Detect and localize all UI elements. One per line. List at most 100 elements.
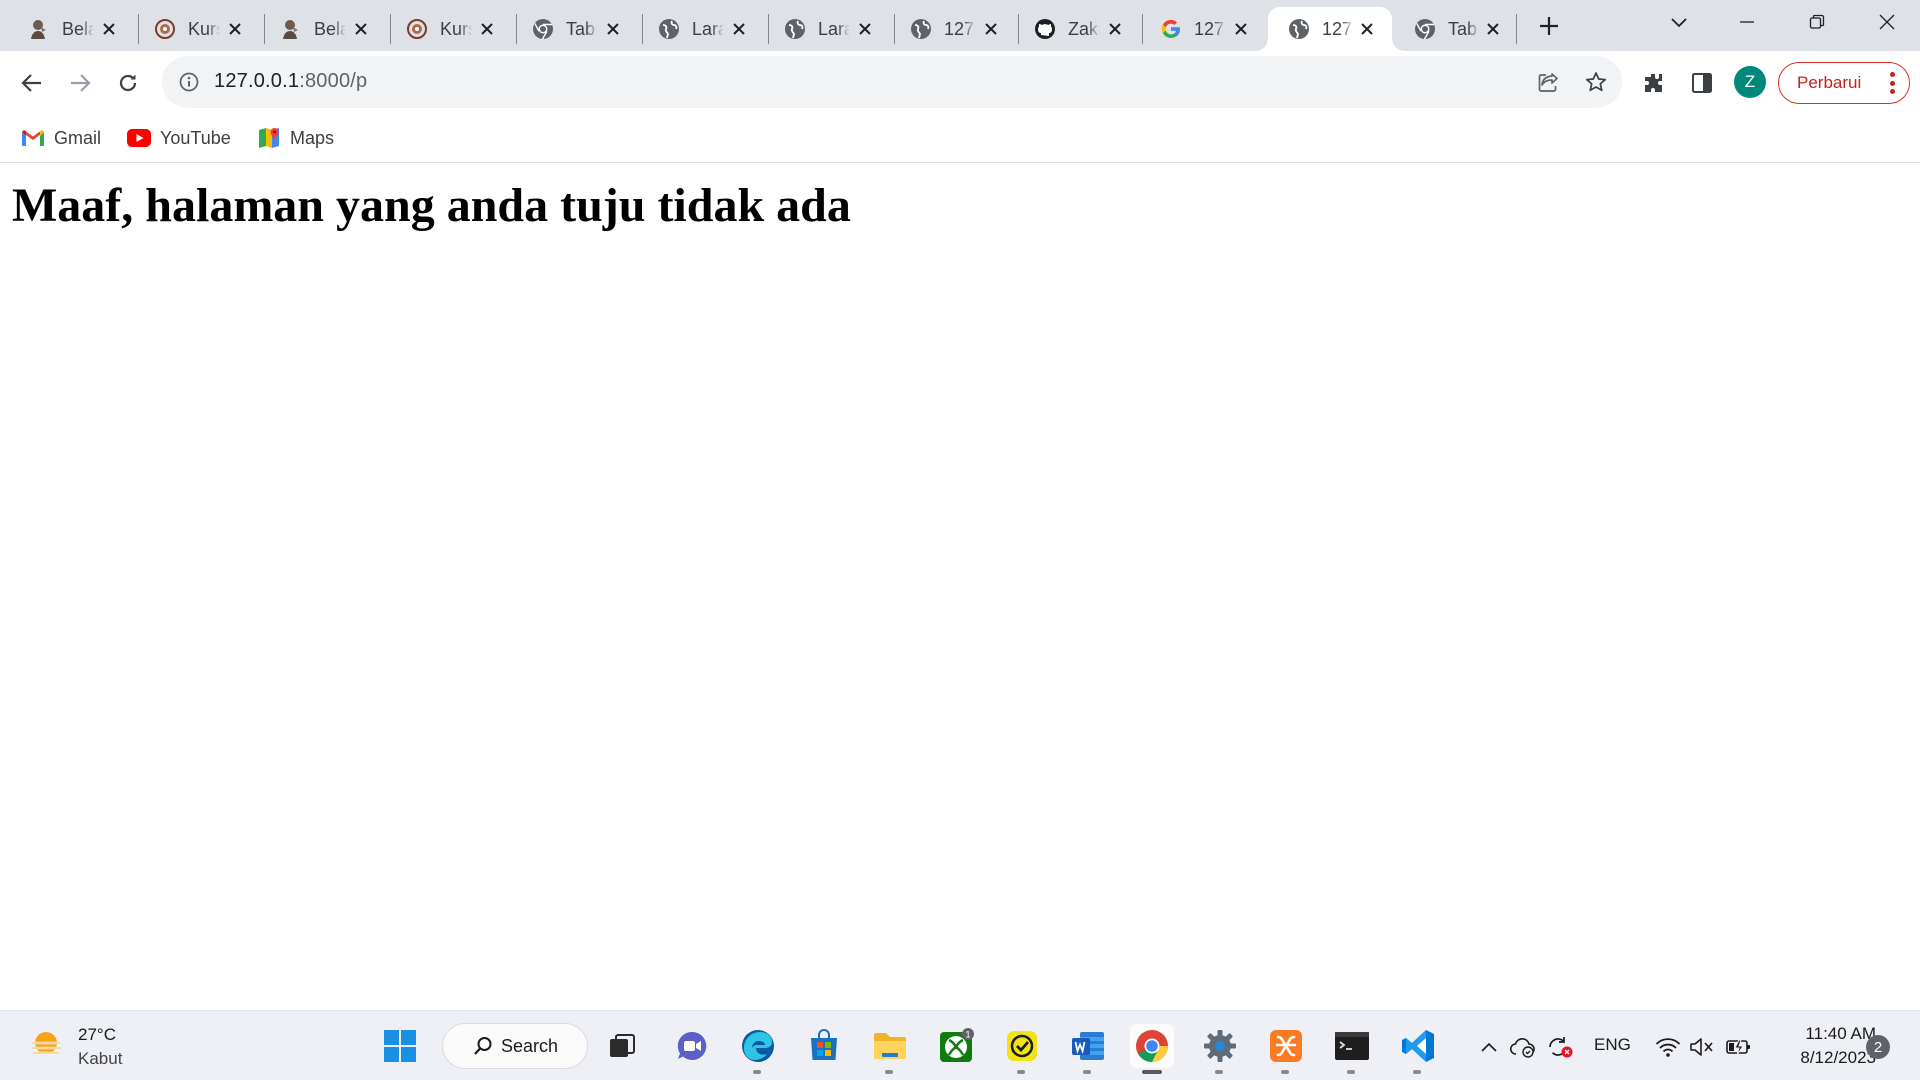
- search-label: Search: [501, 1035, 559, 1056]
- globe-icon: [910, 18, 932, 40]
- back-button[interactable]: [14, 65, 50, 101]
- close-tab-icon[interactable]: [476, 18, 498, 40]
- close-tab-icon[interactable]: [224, 18, 246, 40]
- star-icon[interactable]: [1582, 68, 1610, 96]
- onedrive-icon[interactable]: [1508, 1033, 1538, 1061]
- browser-tab[interactable]: Zaki: [1014, 7, 1140, 51]
- close-tab-icon[interactable]: [1104, 18, 1126, 40]
- notification-badge[interactable]: 2: [1866, 1035, 1890, 1059]
- vscode-icon: [1402, 1030, 1434, 1062]
- arrow-right-icon: [71, 74, 91, 92]
- browser-tab[interactable]: 127.0.0.1: [890, 7, 1016, 51]
- url-path: :8000/p: [299, 70, 368, 92]
- language-indicator[interactable]: ENG: [1594, 1035, 1631, 1055]
- weather-temp: 27°C: [78, 1025, 116, 1044]
- reload-button[interactable]: [110, 65, 146, 101]
- taskbar-app-file-explorer[interactable]: [868, 1024, 912, 1074]
- chevron-down-icon: [1671, 18, 1687, 28]
- browser-tab[interactable]: Tab: [512, 7, 638, 51]
- close-tab-icon[interactable]: [728, 18, 750, 40]
- forward-button[interactable]: [62, 65, 98, 101]
- running-indicator: [753, 1070, 761, 1074]
- bookmark-maps[interactable]: Maps: [257, 124, 334, 152]
- taskbar-app-chrome[interactable]: [1130, 1024, 1174, 1074]
- show-hidden-icons-button[interactable]: [1476, 1033, 1502, 1061]
- taskbar-app-xbox[interactable]: 1: [934, 1024, 978, 1068]
- sync-error-icon[interactable]: [1545, 1033, 1575, 1061]
- new-tab-button[interactable]: [1534, 11, 1564, 41]
- weather-sun-fog-icon: [28, 1027, 64, 1068]
- taskbar-app-settings[interactable]: [1198, 1024, 1242, 1074]
- bookmark-label: Maps: [290, 127, 335, 148]
- taskbar-app-terminal[interactable]: [1330, 1024, 1374, 1074]
- volume-muted-icon[interactable]: [1688, 1033, 1716, 1061]
- google-icon: [1160, 18, 1182, 40]
- browser-tab[interactable]: Belajar Laravel: [260, 7, 386, 51]
- system-clock[interactable]: 11:40 AM 8/12/2023: [1772, 1022, 1876, 1070]
- extensions-icon[interactable]: [1636, 65, 1672, 101]
- running-indicator: [1017, 1070, 1025, 1074]
- running-indicator: [1347, 1070, 1355, 1074]
- close-tab-icon[interactable]: [350, 18, 372, 40]
- running-indicator: [1281, 1070, 1289, 1074]
- update-button[interactable]: Perbarui: [1778, 62, 1910, 104]
- chat-icon: [677, 1031, 707, 1060]
- browser-tab[interactable]: Kursus: [134, 7, 260, 51]
- close-tab-icon[interactable]: [980, 18, 1002, 40]
- taskbar-app-xampp[interactable]: [1264, 1024, 1308, 1074]
- browser-tab-active[interactable]: 127.0.0.1: [1256, 7, 1404, 51]
- taskbar-search[interactable]: Search: [442, 1023, 588, 1069]
- battery-charging-icon[interactable]: [1724, 1033, 1754, 1061]
- windows-taskbar: 27°C Kabut Search 1 ENG 11:40 AM 8/12/20…: [0, 1010, 1920, 1080]
- browser-tab[interactable]: 127.0.0.1: [1140, 7, 1266, 51]
- browser-tab[interactable]: Belajar Laravel: [8, 7, 134, 51]
- running-indicator: [885, 1070, 893, 1074]
- running-indicator: [1142, 1070, 1162, 1074]
- close-tab-icon[interactable]: [1356, 18, 1378, 40]
- task-view-button[interactable]: [600, 1024, 644, 1068]
- update-label: Perbarui: [1797, 73, 1862, 92]
- bookmark-gmail[interactable]: Gmail: [21, 124, 101, 152]
- edge-icon: [742, 1030, 774, 1062]
- taskbar-app-store[interactable]: [802, 1024, 846, 1068]
- restore-button[interactable]: [1782, 0, 1852, 44]
- chevron-up-icon: [1481, 1042, 1497, 1052]
- start-button[interactable]: [378, 1024, 422, 1068]
- taskbar-app-vscode[interactable]: [1396, 1024, 1440, 1074]
- taskbar-app-word[interactable]: [1066, 1024, 1110, 1074]
- gmail-icon: [21, 126, 45, 150]
- close-tab-icon[interactable]: [1482, 18, 1504, 40]
- address-bar[interactable]: 127.0.0.1:8000/p: [162, 56, 1622, 108]
- close-tab-icon[interactable]: [854, 18, 876, 40]
- xbox-badge: 1: [965, 1030, 970, 1040]
- tab-separator: [1516, 14, 1517, 44]
- running-indicator: [1413, 1070, 1421, 1074]
- taskbar-app-chat[interactable]: [670, 1024, 714, 1068]
- weather-widget[interactable]: 27°C Kabut: [28, 1023, 122, 1071]
- person-avatar-icon: [280, 18, 302, 40]
- browser-tab[interactable]: Tab: [1394, 7, 1518, 51]
- close-tab-icon[interactable]: [1230, 18, 1252, 40]
- taskbar-app-todo[interactable]: [1000, 1024, 1044, 1074]
- share-icon[interactable]: [1534, 68, 1562, 96]
- wifi-icon[interactable]: [1654, 1033, 1682, 1061]
- side-panel-icon[interactable]: [1684, 65, 1720, 101]
- browser-tab[interactable]: Laravel: [638, 7, 764, 51]
- close-tab-icon[interactable]: [98, 18, 120, 40]
- site-info-icon[interactable]: [176, 69, 202, 95]
- badge-logo-icon: [406, 18, 428, 40]
- profile-avatar[interactable]: Z: [1734, 66, 1766, 98]
- browser-tab[interactable]: Kursus: [386, 7, 512, 51]
- url-text[interactable]: 127.0.0.1:8000/p: [214, 70, 367, 93]
- close-tab-icon[interactable]: [602, 18, 624, 40]
- close-window-button[interactable]: [1852, 0, 1920, 44]
- tab-search-button[interactable]: [1664, 8, 1694, 38]
- close-icon: [1879, 14, 1895, 30]
- github-icon: [1034, 18, 1056, 40]
- globe-icon: [658, 18, 680, 40]
- minimize-button[interactable]: [1712, 0, 1782, 44]
- reload-icon: [119, 74, 137, 92]
- bookmark-youtube[interactable]: YouTube: [127, 124, 231, 152]
- taskbar-app-edge[interactable]: [736, 1024, 780, 1074]
- browser-tab[interactable]: Laravel: [764, 7, 890, 51]
